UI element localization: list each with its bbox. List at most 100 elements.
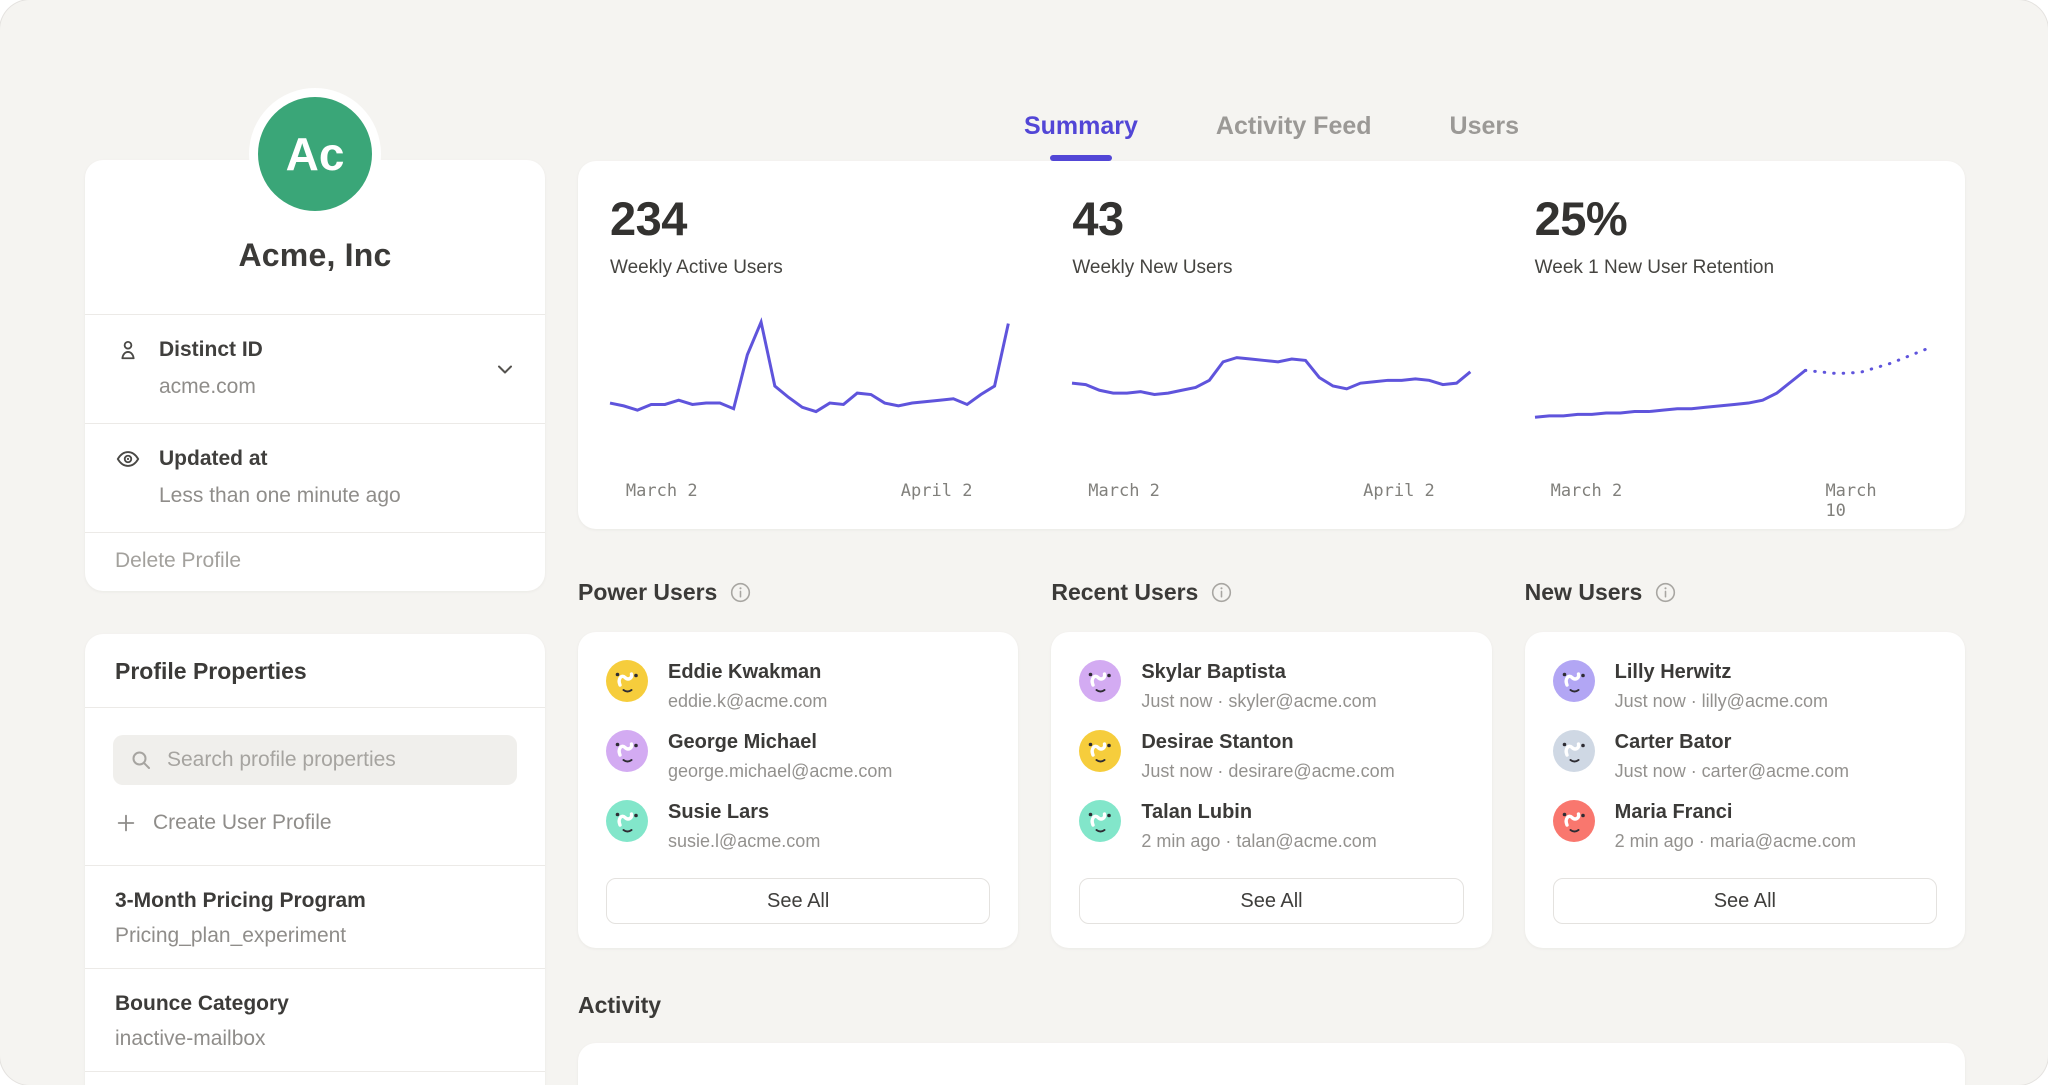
plus-icon bbox=[115, 812, 137, 834]
search-input[interactable] bbox=[167, 748, 501, 772]
activity-stat-value: 234 bbox=[610, 1079, 1051, 1085]
user-detail: 2 min ago · talan@acme.com bbox=[1141, 831, 1376, 852]
profile-summary-card: Acme, Inc Distinct ID acme.com bbox=[85, 160, 545, 591]
power-users-column: Power Users bbox=[578, 579, 1018, 948]
x-axis: March 2 March 10 bbox=[1535, 481, 1933, 505]
tab[interactable]: Activity Feed bbox=[1216, 112, 1372, 161]
eye-icon bbox=[115, 446, 141, 472]
see-all-button[interactable]: See All bbox=[1079, 878, 1463, 924]
user-avatar bbox=[1553, 660, 1595, 702]
retention-chart bbox=[1535, 307, 1933, 465]
x-axis: March 2 April 2 bbox=[1072, 481, 1470, 505]
user-avatar bbox=[606, 730, 648, 772]
info-icon[interactable] bbox=[1655, 582, 1676, 603]
company-avatar-initials: Ac bbox=[286, 127, 345, 181]
user-avatar bbox=[1553, 730, 1595, 772]
power-users-title: Power Users bbox=[578, 579, 717, 606]
updated-at-value: Less than one minute ago bbox=[159, 484, 515, 508]
tab[interactable]: Users bbox=[1450, 112, 1520, 161]
property-value: Pricing_plan_experiment bbox=[115, 924, 515, 948]
x-tick: March 10 bbox=[1825, 481, 1897, 521]
see-all-button[interactable]: See All bbox=[606, 878, 990, 924]
info-icon[interactable] bbox=[730, 582, 751, 603]
user-row[interactable]: Talan Lubin 2 min ago · talan@acme.com bbox=[1079, 800, 1463, 852]
user-detail: Just now · desirare@acme.com bbox=[1141, 761, 1394, 782]
distinct-id-row[interactable]: Distinct ID acme.com bbox=[85, 314, 545, 423]
user-avatar bbox=[1079, 800, 1121, 842]
user-row[interactable]: Susie Lars susie.l@acme.com bbox=[606, 800, 990, 852]
stat-label: Week 1 New User Retention bbox=[1535, 257, 1933, 279]
see-all-button[interactable]: See All bbox=[1553, 878, 1937, 924]
user-detail: susie.l@acme.com bbox=[668, 831, 820, 852]
distinct-id-value: acme.com bbox=[159, 375, 515, 399]
user-name: Lilly Herwitz bbox=[1615, 660, 1828, 684]
user-avatar bbox=[1079, 730, 1121, 772]
user-row[interactable]: Lilly Herwitz Just now · lilly@acme.com bbox=[1553, 660, 1937, 712]
user-avatar bbox=[1079, 660, 1121, 702]
user-detail: Just now · carter@acme.com bbox=[1615, 761, 1849, 782]
profile-properties-card: Profile Properties Create User Profile 3… bbox=[85, 634, 545, 1085]
main-content: Summary Activity Feed Users 234 Weekly A… bbox=[578, 0, 1965, 1085]
stat-value: 43 bbox=[1072, 191, 1470, 246]
recent-users-title: Recent Users bbox=[1051, 579, 1198, 606]
user-name: Maria Franci bbox=[1615, 800, 1856, 824]
delete-profile-button[interactable]: Delete Profile bbox=[85, 532, 545, 591]
create-user-profile-label: Create User Profile bbox=[153, 811, 332, 835]
new-users-column: New Users bbox=[1525, 579, 1965, 948]
create-user-profile-button[interactable]: Create User Profile bbox=[115, 811, 515, 835]
user-name: Talan Lubin bbox=[1141, 800, 1376, 824]
activity-stat-value: 3.4k bbox=[1492, 1079, 1933, 1085]
profile-sidebar: Ac Acme, Inc Distinct ID acme.com bbox=[85, 0, 545, 1085]
user-avatar bbox=[1553, 800, 1595, 842]
company-avatar: Ac bbox=[249, 88, 381, 220]
user-row[interactable]: Carter Bator Just now · carter@acme.com bbox=[1553, 730, 1937, 782]
stat-value: 234 bbox=[610, 191, 1008, 246]
retention-panel: 25% Week 1 New User Retention March 2 Ma… bbox=[1503, 191, 1965, 505]
user-row[interactable]: Skylar Baptista Just now · skyler@acme.c… bbox=[1079, 660, 1463, 712]
property-value: inactive-mailbox bbox=[115, 1027, 515, 1051]
user-name: Eddie Kwakman bbox=[668, 660, 827, 684]
x-tick: April 2 bbox=[901, 481, 973, 501]
user-avatar bbox=[606, 800, 648, 842]
x-tick: March 2 bbox=[1088, 481, 1160, 501]
stat-label: Weekly Active Users bbox=[610, 257, 1008, 279]
user-lists: Power Users bbox=[578, 579, 1965, 948]
user-row[interactable]: Maria Franci 2 min ago · maria@acme.com bbox=[1553, 800, 1937, 852]
app-frame: Ac Acme, Inc Distinct ID acme.com bbox=[0, 0, 2048, 1085]
summary-overview-card: 234 Weekly Active Users March 2 April 2 … bbox=[578, 161, 1965, 529]
stat-label: Weekly New Users bbox=[1072, 257, 1470, 279]
profile-properties-title: Profile Properties bbox=[85, 634, 545, 708]
user-name: Desirae Stanton bbox=[1141, 730, 1394, 754]
chevron-down-icon[interactable] bbox=[493, 357, 517, 381]
profile-property-row[interactable]: Browser Chrome bbox=[85, 1071, 545, 1085]
user-row[interactable]: Eddie Kwakman eddie.k@acme.com bbox=[606, 660, 990, 712]
user-detail: Just now · skyler@acme.com bbox=[1141, 691, 1376, 712]
company-name: Acme, Inc bbox=[105, 237, 525, 274]
x-axis: March 2 April 2 bbox=[610, 481, 1008, 505]
tab-label: Users bbox=[1450, 112, 1520, 140]
property-name: Bounce Category bbox=[115, 992, 515, 1016]
recent-users-column: Recent Users bbox=[1051, 579, 1491, 948]
user-name: Susie Lars bbox=[668, 800, 820, 824]
x-tick: April 2 bbox=[1363, 481, 1435, 501]
user-row[interactable]: George Michael george.michael@acme.com bbox=[606, 730, 990, 782]
x-tick: March 2 bbox=[1551, 481, 1623, 501]
user-detail: Just now · lilly@acme.com bbox=[1615, 691, 1828, 712]
user-name: George Michael bbox=[668, 730, 892, 754]
info-icon[interactable] bbox=[1211, 582, 1232, 603]
distinct-id-label: Distinct ID bbox=[159, 338, 263, 362]
new-users-card: Lilly Herwitz Just now · lilly@acme.com bbox=[1525, 632, 1965, 948]
profile-property-row[interactable]: Bounce Category inactive-mailbox bbox=[85, 968, 545, 1071]
profile-property-row[interactable]: 3-Month Pricing Program Pricing_plan_exp… bbox=[85, 865, 545, 968]
property-name: 3-Month Pricing Program bbox=[115, 889, 515, 913]
user-row[interactable]: Desirae Stanton Just now · desirare@acme… bbox=[1079, 730, 1463, 782]
profile-properties-search[interactable] bbox=[113, 735, 517, 785]
updated-at-row: Updated at Less than one minute ago bbox=[85, 423, 545, 532]
activity-title: Activity bbox=[578, 992, 1965, 1019]
tab[interactable]: Summary bbox=[1024, 112, 1138, 161]
weekly-active-users-panel: 234 Weekly Active Users March 2 April 2 bbox=[578, 191, 1040, 505]
user-name: Skylar Baptista bbox=[1141, 660, 1376, 684]
tab-bar: Summary Activity Feed Users bbox=[578, 0, 1965, 161]
tab-label: Activity Feed bbox=[1216, 112, 1372, 140]
user-detail: george.michael@acme.com bbox=[668, 761, 892, 782]
